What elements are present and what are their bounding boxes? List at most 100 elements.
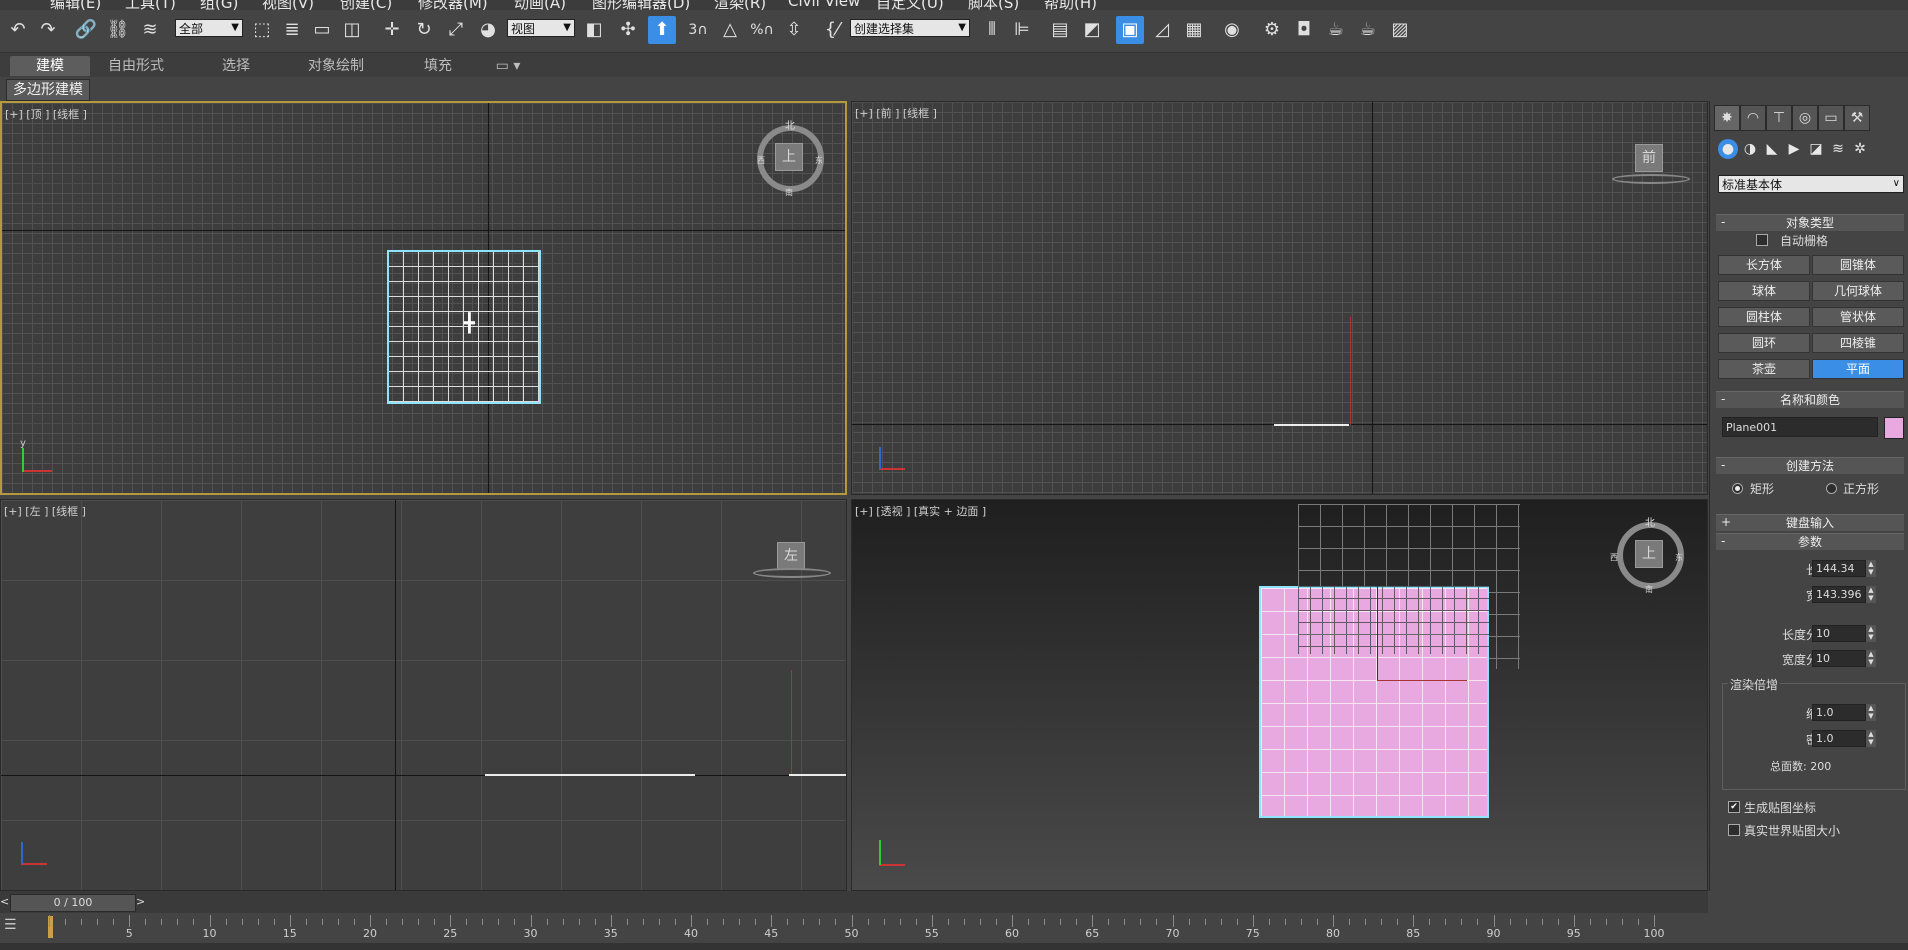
percent-snap-icon[interactable]: %∩	[748, 16, 776, 44]
rollout-name-color[interactable]: - 名称和颜色	[1716, 391, 1904, 408]
width-segs-spinner[interactable]: ▲ ▼	[1866, 650, 1876, 667]
tab-freeform[interactable]: 自由形式	[96, 56, 176, 76]
time-slider-thumb[interactable]: 0 / 100	[10, 894, 136, 912]
menu-customize[interactable]: 自定义(U)	[876, 0, 944, 10]
rendered-frame-icon[interactable]: ◘	[1290, 16, 1318, 44]
helpers-icon[interactable]: ◪	[1806, 139, 1826, 159]
create-panel-tab[interactable]: ✸	[1714, 105, 1740, 131]
schematic-view-icon[interactable]: ▦	[1180, 16, 1208, 44]
menu-graph-editors[interactable]: 图形编辑器(D)	[592, 0, 690, 10]
plane-button[interactable]: 平面	[1812, 359, 1904, 379]
viewcube-ring[interactable]	[753, 568, 831, 578]
tab-object-paint[interactable]: 对象绘制	[286, 56, 386, 76]
plane-edge[interactable]	[1274, 424, 1349, 426]
render-production-icon[interactable]: ☕	[1322, 16, 1350, 44]
viewcube[interactable]: 左	[777, 542, 805, 570]
link-icon[interactable]: 🔗	[72, 16, 100, 44]
primitive-type-dropdown[interactable]: 标准基本体 ∨	[1718, 175, 1904, 193]
select-by-name-icon[interactable]: ≣	[278, 16, 306, 44]
polygon-modeling-tab[interactable]: 多边形建模	[6, 79, 90, 101]
align-icon[interactable]: ⊫	[1008, 16, 1036, 44]
time-prev-button[interactable]: <	[0, 895, 10, 909]
window-crossing-icon[interactable]: ◫	[338, 16, 366, 44]
cameras-icon[interactable]: ▶	[1784, 139, 1804, 159]
geometry-icon[interactable]: ●	[1718, 139, 1738, 159]
rollout-keyboard-input[interactable]: + 键盘输入	[1716, 514, 1904, 531]
pivot-center-icon[interactable]: ◧	[580, 16, 608, 44]
menu-civil-view[interactable]: Civil View	[788, 0, 860, 10]
geosphere-button[interactable]: 几何球体	[1812, 281, 1904, 301]
menu-create[interactable]: 创建(C)	[340, 0, 392, 10]
curve-editor-icon[interactable]: ◿	[1148, 16, 1176, 44]
redo-icon[interactable]: ↷	[34, 16, 62, 44]
rollout-creation-method[interactable]: - 创建方法	[1716, 457, 1904, 474]
menu-rendering[interactable]: 渲染(R)	[714, 0, 766, 10]
gen-map-coords-checkbox[interactable]: ✔	[1728, 801, 1740, 813]
render-activeshade-icon[interactable]: ▨	[1386, 16, 1414, 44]
viewcube[interactable]: 上	[1635, 540, 1663, 568]
viewport-label[interactable]: [+] [顶 ] [线框 ]	[5, 106, 87, 122]
length-field[interactable]: 144.34	[1812, 560, 1866, 577]
utilities-panel-tab[interactable]: ⚒	[1844, 105, 1870, 131]
box-button[interactable]: 长方体	[1718, 255, 1810, 275]
plane-edge-right[interactable]	[789, 774, 846, 776]
hierarchy-panel-tab[interactable]: ⊤	[1766, 105, 1792, 131]
rollout-object-type[interactable]: - 对象类型	[1716, 214, 1904, 231]
tab-selection[interactable]: 选择	[196, 56, 276, 76]
viewport-label[interactable]: [+] [前 ] [线框 ]	[855, 105, 937, 121]
rotate-icon[interactable]: ↻	[410, 16, 438, 44]
length-segs-field[interactable]: 10	[1812, 625, 1866, 642]
track-bar[interactable]: ☰ 5 10 15 20 25 30 35 40 45 50 55 60 65 70 75 80 85 90 95 1…	[0, 913, 1908, 943]
viewcube[interactable]: 上	[775, 143, 803, 171]
select-manipulate-icon[interactable]: ✣	[614, 16, 642, 44]
mirror-icon[interactable]: ⫴	[978, 16, 1006, 44]
menu-edit[interactable]: 编辑(E)	[50, 0, 101, 10]
density-field[interactable]: 1.0	[1812, 730, 1866, 747]
tab-modeling[interactable]: 建模	[10, 56, 90, 76]
teapot-button[interactable]: 茶壶	[1718, 359, 1810, 379]
density-spinner[interactable]: ▲ ▼	[1866, 730, 1876, 747]
menu-modifiers[interactable]: 修改器(M)	[418, 0, 488, 10]
length-spinner[interactable]: ▲ ▼	[1866, 560, 1876, 577]
rollout-parameters[interactable]: - 参数	[1716, 533, 1904, 550]
shapes-icon[interactable]: ◑	[1740, 139, 1760, 159]
viewport-front[interactable]: [+] [前 ] [线框 ] 前	[851, 101, 1708, 495]
render-setup-icon[interactable]: ⚙	[1258, 16, 1286, 44]
menu-tools[interactable]: 工具(T)	[125, 0, 176, 10]
edit-named-sets-icon[interactable]: {⁄	[818, 16, 846, 44]
render-iterative-icon[interactable]: ☕	[1354, 16, 1382, 44]
real-world-map-checkbox[interactable]	[1728, 824, 1740, 836]
unlink-icon[interactable]: ⛓	[104, 16, 132, 44]
width-field[interactable]: 143.396	[1812, 586, 1866, 603]
bind-spacewarp-icon[interactable]: ≋	[136, 16, 164, 44]
selection-filter-dropdown[interactable]: 全部 ▼	[175, 19, 243, 37]
ribbon-options-icon[interactable]: ▭ ▾	[488, 56, 528, 76]
move-icon[interactable]: ✛	[378, 16, 406, 44]
ref-coord-dropdown[interactable]: 视图 ▼	[507, 19, 575, 37]
scale-spinner[interactable]: ▲ ▼	[1866, 704, 1876, 721]
time-slider-bar[interactable]: < 0 / 100 >	[0, 891, 1708, 913]
motion-panel-tab[interactable]: ◎	[1792, 105, 1818, 131]
menu-scripting[interactable]: 脚本(S)	[968, 0, 1019, 10]
viewport-left[interactable]: [+] [左 ] [线框 ] 左	[0, 499, 847, 891]
snap-toggle-icon[interactable]: 3∩	[684, 16, 712, 44]
lights-icon[interactable]: ◣	[1762, 139, 1782, 159]
placement-icon[interactable]: ◕	[474, 16, 502, 44]
rectangle-radio[interactable]	[1732, 483, 1743, 494]
keyboard-shortcut-toggle-icon[interactable]: ⬆	[648, 16, 676, 44]
spinner-snap-icon[interactable]: ⇳	[780, 16, 808, 44]
width-spinner[interactable]: ▲ ▼	[1866, 586, 1876, 603]
layer-explorer-icon[interactable]: ▤	[1046, 16, 1074, 44]
plane-edge[interactable]	[485, 774, 695, 776]
torus-button[interactable]: 圆环	[1718, 333, 1810, 353]
scene-explorer-icon[interactable]: ▣	[1116, 16, 1144, 44]
square-radio[interactable]	[1826, 483, 1837, 494]
length-segs-spinner[interactable]: ▲ ▼	[1866, 625, 1876, 642]
object-name-field[interactable]: Plane001	[1722, 417, 1878, 437]
pyramid-button[interactable]: 四棱锥	[1812, 333, 1904, 353]
rect-selection-icon[interactable]: ▭	[308, 16, 336, 44]
spacewarps-icon[interactable]: ≋	[1828, 139, 1848, 159]
menu-help[interactable]: 帮助(H)	[1044, 0, 1097, 10]
viewcube-ring[interactable]	[1612, 174, 1690, 184]
material-editor-icon[interactable]: ◉	[1218, 16, 1246, 44]
